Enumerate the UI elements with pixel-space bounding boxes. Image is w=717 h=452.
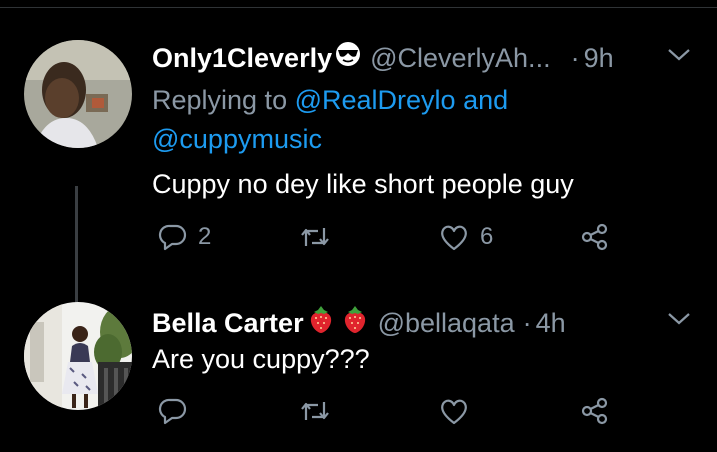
replying-prefix: Replying to: [152, 85, 288, 115]
display-name[interactable]: Bella Carter: [152, 306, 304, 340]
tweet-header: Only1Cleverly @CleverlyAh... · 9h: [152, 40, 614, 76]
replying-to-line-1: Replying to @RealDreylo and: [152, 81, 508, 119]
strawberry-emoji-icon: [306, 304, 336, 342]
share-icon: [580, 396, 610, 426]
replying-to-line-2: @cuppymusic: [152, 120, 322, 158]
avatar[interactable]: [24, 40, 132, 148]
mention-link[interactable]: @RealDreylo: [295, 85, 456, 115]
tweet[interactable]: Bella Carter @bellaqata · 4h Are you cup…: [0, 300, 717, 452]
chevron-down-icon[interactable]: [666, 46, 692, 64]
share-icon: [580, 222, 610, 252]
retweet-button[interactable]: [298, 222, 342, 252]
user-handle[interactable]: @bellaqata: [378, 306, 515, 340]
like-button[interactable]: [438, 396, 480, 426]
timestamp[interactable]: 4h: [536, 306, 566, 340]
like-button[interactable]: 6: [438, 222, 493, 252]
tweet-actions: 2 6: [152, 222, 622, 262]
like-count: 6: [480, 223, 494, 250]
user-handle[interactable]: @CleverlyAh...: [370, 41, 550, 75]
avatar[interactable]: [24, 302, 132, 410]
reply-icon: [158, 222, 188, 252]
like-icon: [438, 396, 470, 426]
replying-and: and: [463, 85, 509, 115]
separator-dot: ·: [522, 308, 532, 338]
tweet-header: Bella Carter @bellaqata · 4h: [152, 304, 566, 342]
tweet-text: Are you cuppy???: [152, 344, 370, 374]
retweet-icon: [298, 222, 332, 252]
tweet-text: Cuppy no dey like short people guy: [152, 169, 574, 199]
reply-icon: [158, 396, 188, 426]
timestamp[interactable]: 9h: [584, 41, 614, 75]
top-divider: [0, 7, 717, 8]
retweet-icon: [298, 396, 332, 426]
sunglasses-emoji-icon: [334, 40, 362, 76]
mention-link[interactable]: @cuppymusic: [152, 124, 322, 154]
chevron-down-icon[interactable]: [666, 310, 692, 328]
strawberry-emoji-icon: [340, 304, 370, 342]
tweet-actions: [152, 396, 622, 436]
retweet-button[interactable]: [298, 396, 342, 426]
tweet[interactable]: Only1Cleverly @CleverlyAh... · 9h Replyi…: [0, 36, 717, 328]
reply-button[interactable]: 2: [158, 222, 211, 252]
share-button[interactable]: [580, 222, 610, 252]
separator-dot: ·: [570, 43, 580, 73]
reply-count: 2: [198, 223, 212, 250]
like-icon: [438, 222, 470, 252]
share-button[interactable]: [580, 396, 610, 426]
display-name[interactable]: Only1Cleverly: [152, 41, 332, 75]
reply-button[interactable]: [158, 396, 198, 426]
